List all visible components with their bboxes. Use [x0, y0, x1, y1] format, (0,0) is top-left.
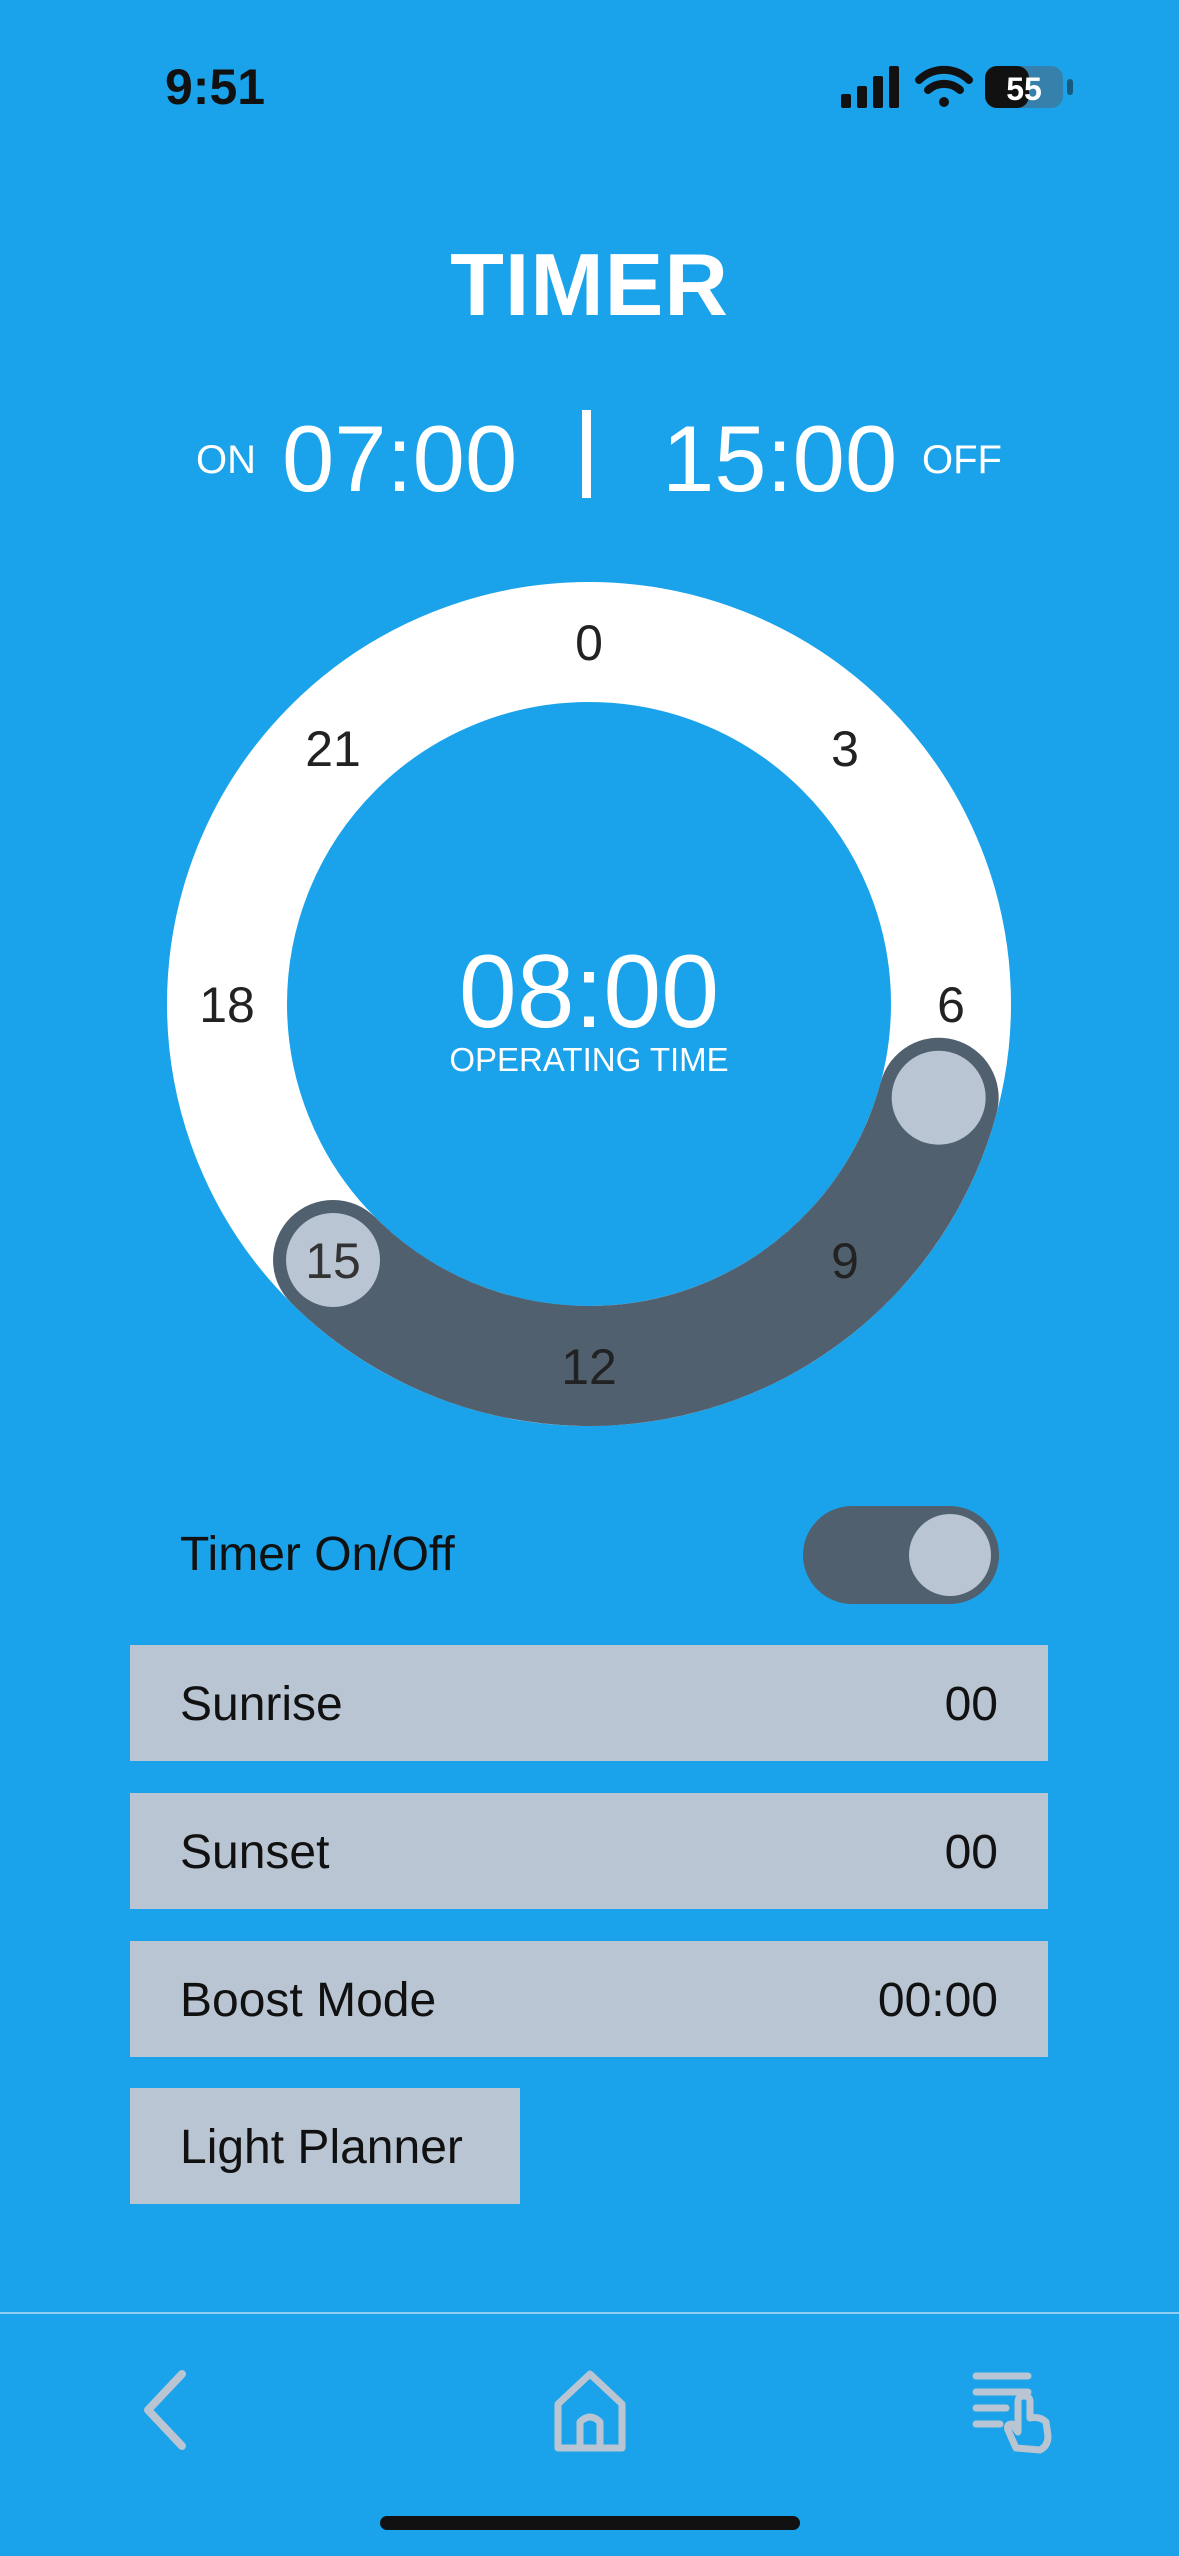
light-planner-button[interactable]: Light Planner [130, 2088, 520, 2204]
home-icon[interactable] [540, 2360, 640, 2460]
sunset-value: 00 [944, 1826, 998, 1879]
boost-mode-row[interactable]: Boost Mode 00:00 [130, 1941, 1048, 2057]
sunrise-row[interactable]: Sunrise 00 [130, 1645, 1048, 1761]
hour-label-0: 0 [575, 615, 603, 671]
boost-mode-value: 00:00 [877, 1974, 998, 2027]
nav-divider [0, 2312, 1179, 2314]
menu-touch-icon[interactable] [960, 2360, 1060, 2460]
light-planner-label: Light Planner [180, 2121, 463, 2174]
hour-label-21: 21 [305, 721, 361, 777]
hour-label-6: 6 [937, 977, 965, 1033]
start-handle[interactable] [891, 1050, 986, 1145]
boost-mode-label: Boost Mode [180, 1974, 437, 2027]
hour-label-18: 18 [199, 977, 255, 1033]
timer-toggle-switch[interactable] [803, 1506, 999, 1604]
hour-label-12: 12 [561, 1339, 617, 1395]
active-time-arc [273, 1037, 999, 1426]
hour-label-3: 3 [831, 721, 859, 777]
timer-toggle-label: Timer On/Off [180, 1528, 455, 1581]
operating-time-value: 08:00 [459, 934, 719, 1050]
home-indicator [380, 2516, 800, 2530]
timer-toggle-row: Timer On/Off [130, 1500, 1049, 1610]
toggle-knob [909, 1514, 991, 1596]
back-icon[interactable] [120, 2360, 220, 2460]
end-hour-label: 15 [305, 1233, 361, 1289]
hour-label-9: 9 [831, 1233, 859, 1289]
sunset-row[interactable]: Sunset 00 [130, 1793, 1048, 1909]
operating-time-label: OPERATING TIME [449, 1041, 728, 1078]
timer-screen: 9:51 55 TIMER ON 07:00 15:00 OFF 0 3 6 9… [0, 0, 1179, 2556]
timer-dial[interactable]: 036912151821 15 08:00 OPERATING TIME [0, 0, 1179, 1450]
sunrise-label: Sunrise [180, 1678, 343, 1731]
sunrise-value: 00 [944, 1678, 998, 1731]
sunset-label: Sunset [180, 1826, 330, 1879]
